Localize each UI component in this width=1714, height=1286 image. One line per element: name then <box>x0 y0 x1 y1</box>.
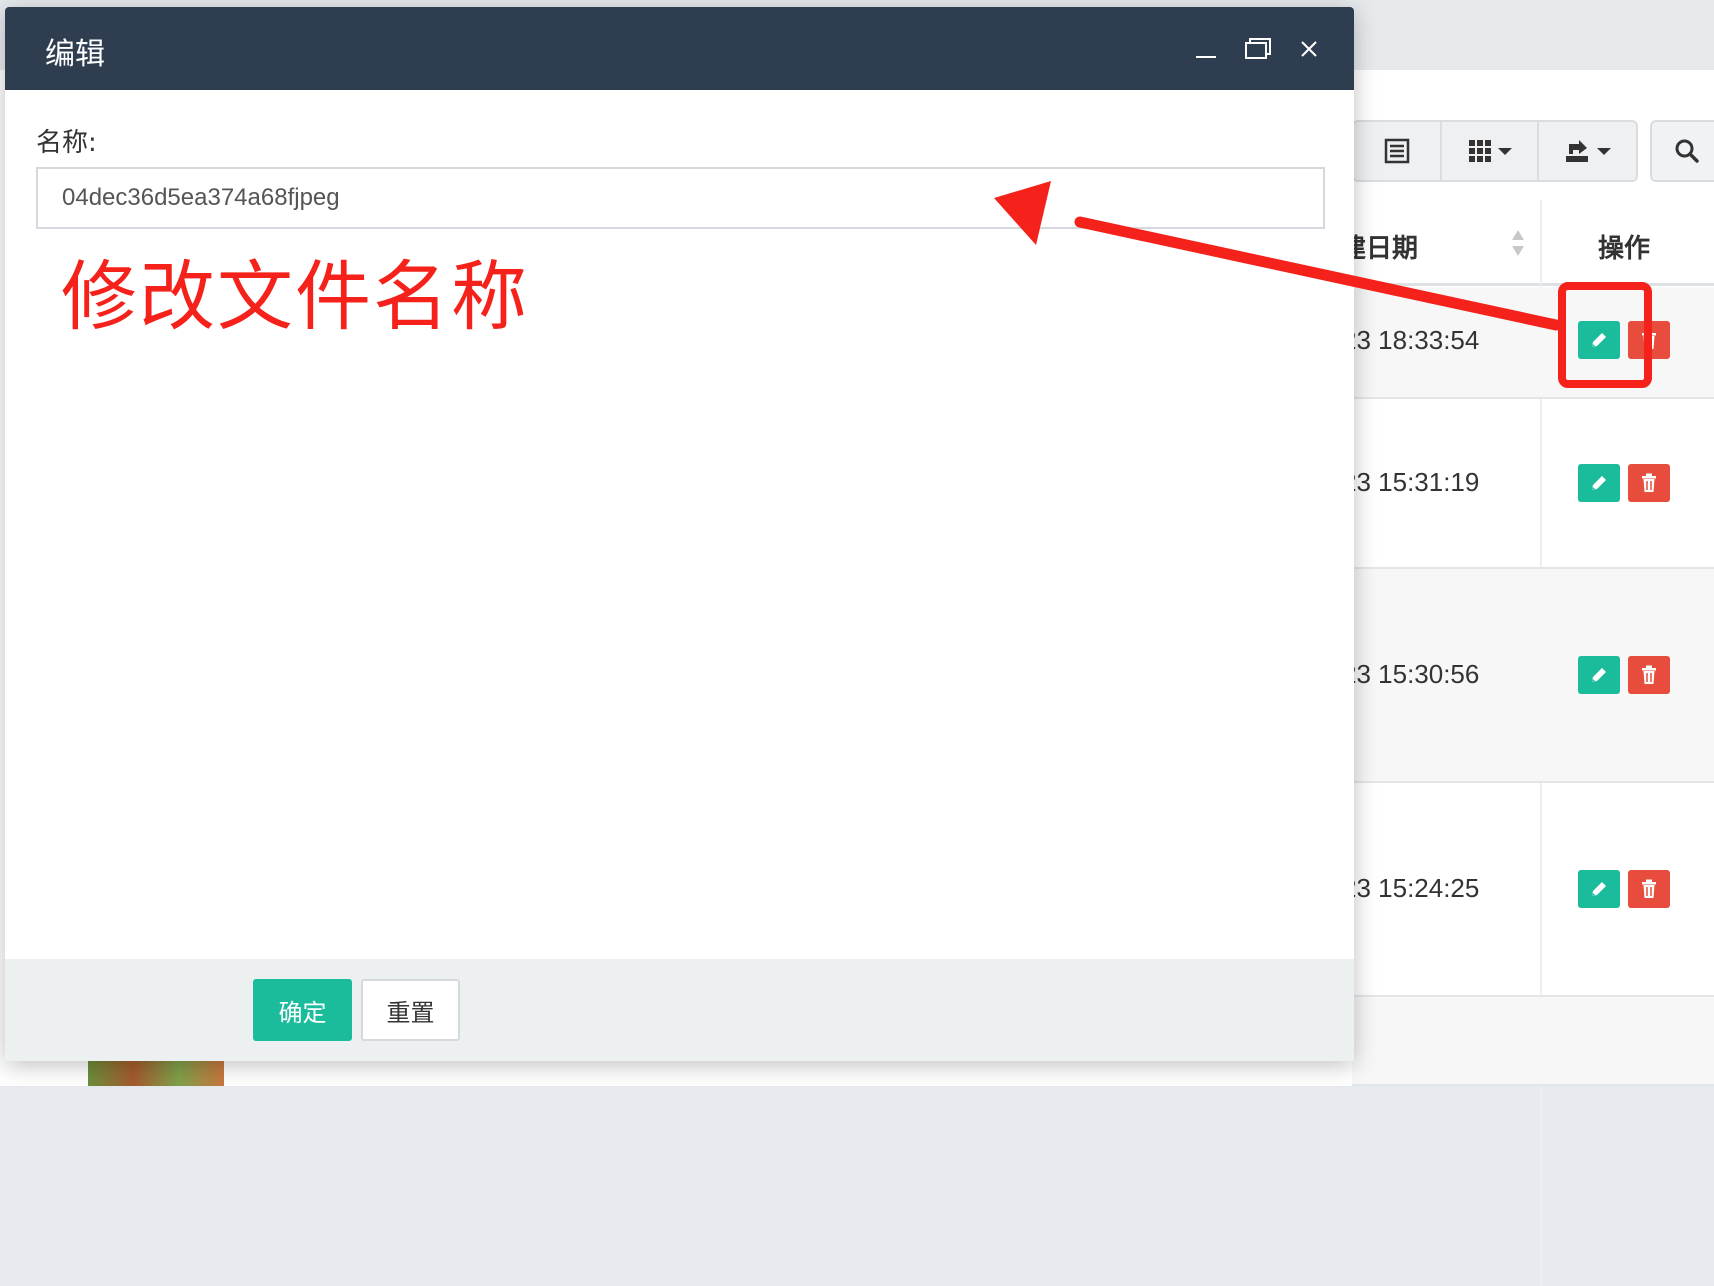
image-thumbnail <box>88 1058 224 1086</box>
table-row <box>1352 997 1714 1086</box>
table-row: 23 15:31:19 <box>1342 399 1714 569</box>
annotation-caption: 修改文件名称 <box>61 252 529 341</box>
trash-icon <box>1642 330 1656 349</box>
table-row: 23 18:33:54 <box>1342 287 1714 399</box>
edit-button[interactable] <box>1578 321 1620 359</box>
pencil-icon <box>1592 476 1606 490</box>
export-dropdown-button[interactable] <box>1539 122 1636 180</box>
columns-grid-icon <box>1468 140 1491 162</box>
column-header-action: 操作 <box>1598 234 1651 264</box>
minimize-icon[interactable] <box>1190 33 1222 65</box>
edit-button[interactable] <box>1578 870 1620 908</box>
row-created-date: 23 18:33:54 <box>1342 325 1480 355</box>
trash-icon <box>1642 879 1656 898</box>
name-field-label: 名称: <box>36 128 97 158</box>
close-icon[interactable] <box>1293 33 1325 65</box>
reset-button[interactable]: 重置 <box>361 979 460 1041</box>
row-created-date: 23 15:30:56 <box>1342 659 1480 689</box>
row-created-date: 23 15:24:25 <box>1342 873 1480 903</box>
row-created-date: 23 15:31:19 <box>1342 467 1480 497</box>
table-header: 建日期 操作 <box>1340 200 1714 1286</box>
edit-dialog: 编辑 名称: 修改文件名称 确定 重置 <box>5 7 1354 1061</box>
toggle-view-button[interactable] <box>1354 122 1442 180</box>
maximize-icon[interactable] <box>1242 33 1274 65</box>
name-input[interactable] <box>36 167 1325 229</box>
dialog-footer: 确定 重置 <box>5 959 1354 1061</box>
columns-dropdown-button[interactable] <box>1442 122 1539 180</box>
row-actions <box>1578 464 1670 502</box>
table-row: 23 15:30:56 <box>1342 569 1714 783</box>
confirm-button[interactable]: 确定 <box>253 979 352 1041</box>
delete-button[interactable] <box>1628 464 1670 502</box>
list-icon <box>1384 138 1410 164</box>
dialog-title: 编辑 <box>45 37 105 72</box>
trash-icon <box>1642 473 1656 492</box>
row-actions <box>1578 656 1670 694</box>
pencil-icon <box>1592 333 1606 347</box>
trash-icon <box>1642 665 1656 684</box>
search-icon <box>1675 139 1699 163</box>
toolbar-button-group <box>1352 120 1638 182</box>
edit-button[interactable] <box>1578 656 1620 694</box>
delete-button[interactable] <box>1628 656 1670 694</box>
pencil-icon <box>1592 882 1606 896</box>
chevron-down-icon <box>1497 147 1512 155</box>
export-icon <box>1565 140 1588 162</box>
dialog-header[interactable]: 编辑 <box>5 7 1354 90</box>
delete-button[interactable] <box>1628 870 1670 908</box>
edit-button[interactable] <box>1578 464 1620 502</box>
delete-button[interactable] <box>1628 321 1670 359</box>
search-toggle-button[interactable] <box>1650 120 1714 182</box>
pencil-icon <box>1592 668 1606 682</box>
table-row: 23 15:24:25 <box>1342 783 1714 997</box>
row-actions <box>1578 870 1670 908</box>
row-actions <box>1578 321 1670 359</box>
chevron-down-icon <box>1596 147 1611 155</box>
sort-icon[interactable] <box>1510 228 1526 258</box>
table-toolbar <box>1352 120 1714 182</box>
